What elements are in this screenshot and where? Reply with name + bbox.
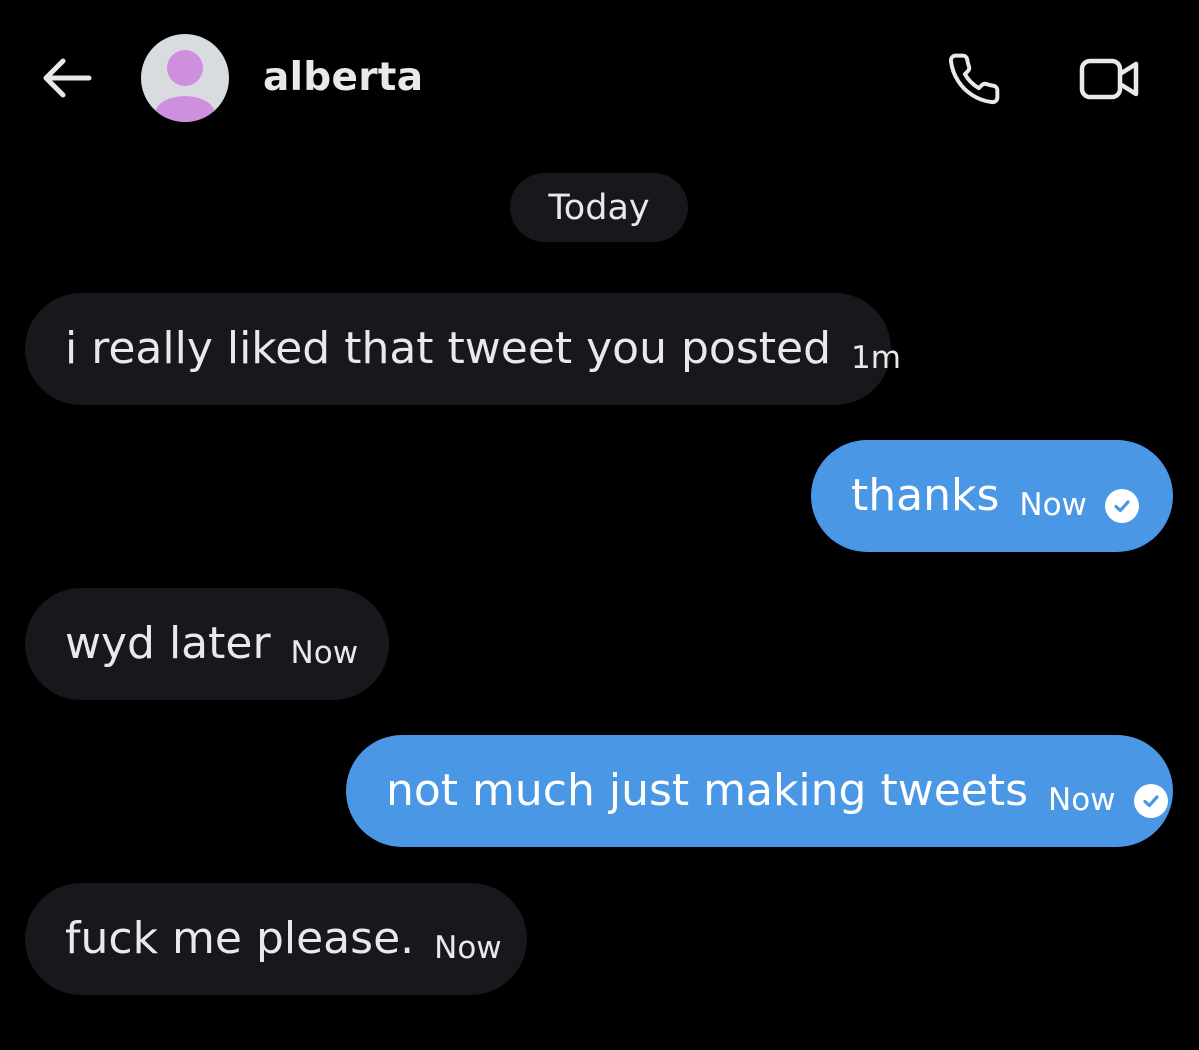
message-timestamp: Now bbox=[434, 930, 502, 966]
outgoing-message[interactable]: thanks Now bbox=[811, 440, 1173, 552]
message-text: not much just making tweets bbox=[386, 765, 1029, 816]
outgoing-message[interactable]: not much just making tweets Now bbox=[346, 735, 1173, 847]
message-text: wyd later bbox=[65, 618, 271, 669]
default-avatar-icon bbox=[155, 50, 215, 122]
date-divider: Today bbox=[510, 173, 688, 242]
incoming-message[interactable]: i really liked that tweet you posted 1m bbox=[25, 293, 901, 405]
back-button[interactable] bbox=[36, 52, 96, 104]
conversation-header: alberta bbox=[0, 0, 1199, 150]
message-timestamp: Now bbox=[1019, 487, 1087, 523]
contact-name[interactable]: alberta bbox=[263, 54, 423, 102]
video-call-button[interactable] bbox=[1074, 50, 1146, 108]
message-text: i really liked that tweet you posted bbox=[65, 323, 832, 374]
incoming-message[interactable]: fuck me please. Now bbox=[25, 883, 527, 995]
message-timestamp: Now bbox=[1048, 782, 1116, 818]
phone-icon bbox=[948, 53, 1000, 105]
check-circle-icon bbox=[1104, 489, 1139, 523]
message-text: thanks bbox=[851, 470, 1000, 521]
check-circle-icon bbox=[1133, 784, 1168, 818]
arrow-left-icon bbox=[43, 58, 92, 98]
message-timestamp: 1m bbox=[851, 340, 901, 376]
video-camera-icon bbox=[1079, 58, 1139, 100]
message-text: fuck me please. bbox=[65, 913, 415, 964]
incoming-message[interactable]: wyd later Now bbox=[25, 588, 389, 700]
message-timestamp: Now bbox=[290, 635, 359, 671]
avatar[interactable] bbox=[141, 34, 229, 122]
call-button[interactable] bbox=[944, 50, 1004, 108]
